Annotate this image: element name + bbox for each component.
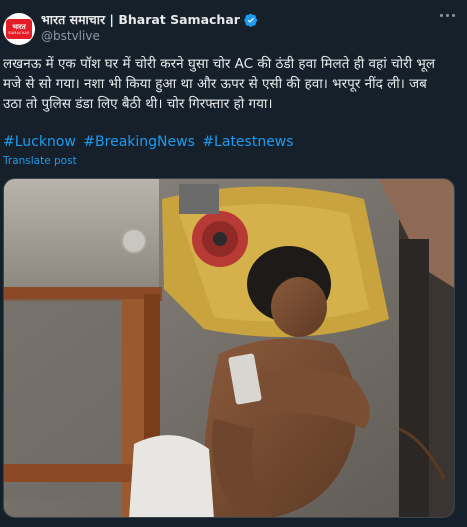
account-header: भारत समाचार | Bharat Samachar	[41, 12, 258, 28]
avatar[interactable]: भारत SAMACHAR	[3, 13, 35, 45]
post-photo	[4, 179, 454, 517]
post-image[interactable]	[3, 178, 455, 518]
logo-text-bottom: SAMACHAR	[8, 30, 30, 35]
account-name[interactable]: भारत समाचार | Bharat Samachar	[41, 12, 240, 28]
post-text-line: मजे से सो गया। नशा भी किया हुआ था और ऊपर…	[3, 76, 427, 92]
hashtag-link[interactable]: #Lucknow	[3, 134, 76, 150]
tweet: भारत SAMACHAR भारत समाचार | Bharat Samac…	[0, 0, 467, 527]
hashtags: #Lucknow #BreakingNews #Latestnews	[3, 133, 297, 151]
post-text-line: उठा तो पुलिस डंडा लिए बैठी थी। चोर गिरफ्…	[3, 96, 273, 112]
post-text-line: लखनऊ में एक पॉश घर में चोरी करने घुसा चो…	[3, 56, 436, 72]
brand-logo: भारत SAMACHAR	[6, 19, 32, 39]
post-text: लखनऊ में एक पॉश घर में चोरी करने घुसा चो…	[3, 54, 453, 114]
verified-badge-icon[interactable]	[244, 13, 258, 27]
hashtag-link[interactable]: #BreakingNews	[83, 134, 195, 150]
translate-post-link[interactable]: Translate post	[3, 155, 77, 168]
logo-text-top: भारत	[12, 22, 26, 31]
account-handle[interactable]: @bstvlive	[41, 29, 100, 44]
more-options-icon[interactable]	[440, 14, 455, 17]
hashtag-link[interactable]: #Latestnews	[202, 134, 293, 150]
